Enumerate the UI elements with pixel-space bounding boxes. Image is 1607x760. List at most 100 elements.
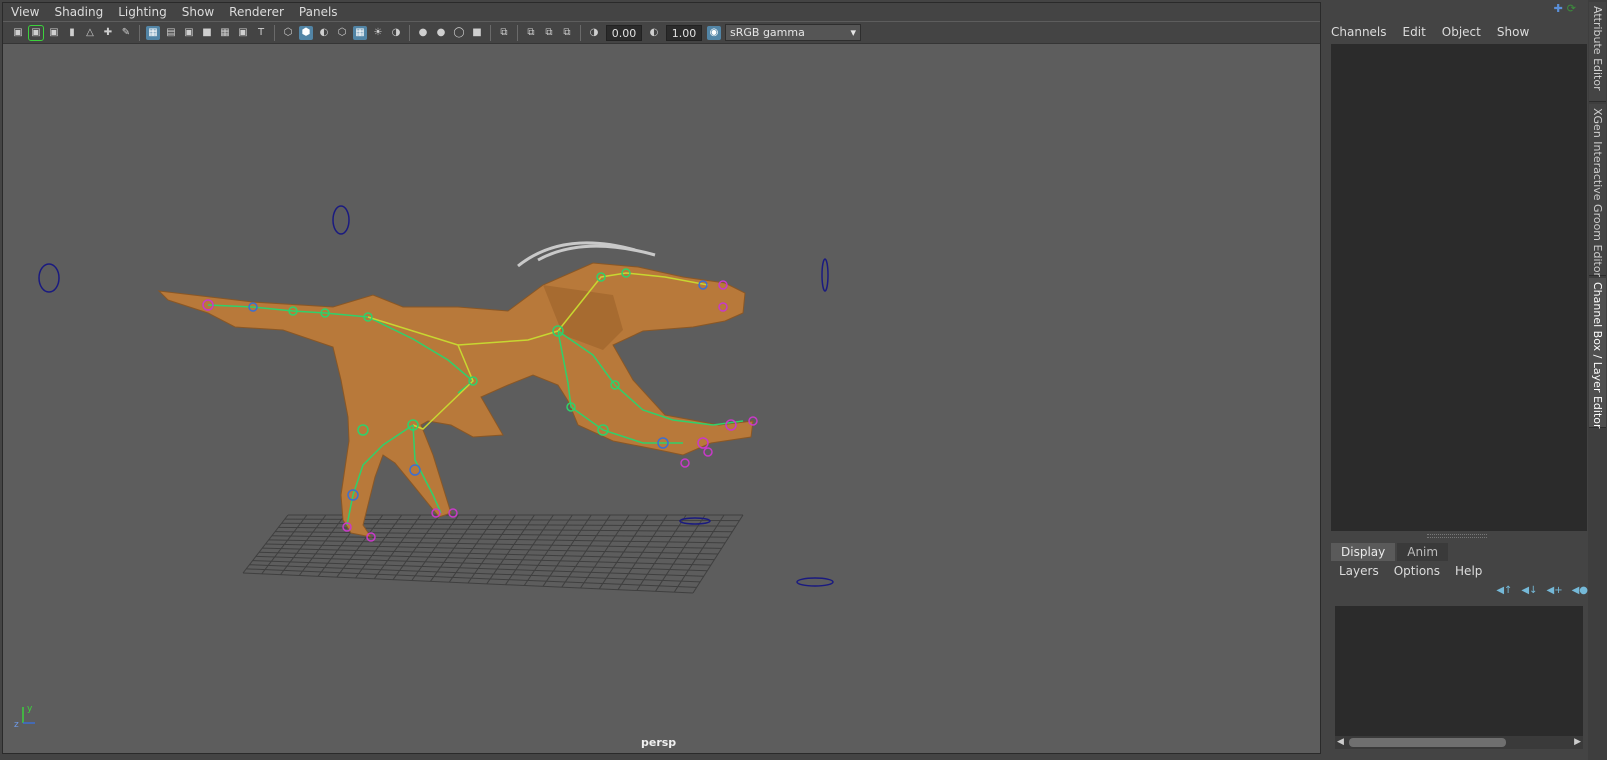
- menu-layers[interactable]: Layers: [1339, 564, 1379, 578]
- gamma-icon[interactable]: ◐: [647, 26, 661, 40]
- menu-object[interactable]: Object: [1442, 25, 1481, 39]
- xray-active-components-icon[interactable]: ⧉: [542, 26, 556, 40]
- move-layer-down-icon[interactable]: ◀↓: [1521, 585, 1537, 596]
- tab-attribute-editor[interactable]: Attribute Editor: [1589, 2, 1606, 102]
- safe-title-icon[interactable]: T: [254, 26, 268, 40]
- wireframe-on-shaded-icon[interactable]: ⬡: [335, 26, 349, 40]
- screen-space-ao-icon[interactable]: ●: [416, 26, 430, 40]
- camera-attributes-icon[interactable]: ▣: [28, 24, 44, 41]
- new-layer-from-selection-icon[interactable]: ◀●: [1572, 585, 1588, 596]
- menu-panels[interactable]: Panels: [299, 5, 338, 19]
- menu-view[interactable]: View: [11, 5, 39, 19]
- menu-lighting[interactable]: Lighting: [118, 5, 167, 19]
- side-tab-strip: Attribute Editor XGen Interactive Groom …: [1588, 0, 1607, 760]
- joint: [703, 447, 713, 457]
- channel-box-area[interactable]: [1331, 44, 1587, 531]
- grid-line: [268, 539, 722, 549]
- ground-grid: [242, 514, 744, 594]
- axis-gizmo: y z: [13, 703, 43, 736]
- use-all-lights-icon[interactable]: ☀: [371, 26, 385, 40]
- axis-y-label: y: [27, 704, 33, 714]
- tab-anim[interactable]: Anim: [1397, 543, 1449, 561]
- channel-box-panel: ✚ ⟳ Channels Edit Object Show Display An…: [1327, 2, 1588, 754]
- depth-of-field-icon[interactable]: ■: [470, 26, 484, 40]
- bookmark-icon[interactable]: ▮: [65, 26, 79, 40]
- select-camera-icon[interactable]: ▣: [11, 26, 25, 40]
- scrollbar-thumb[interactable]: [1349, 738, 1506, 747]
- menu-show[interactable]: Show: [182, 5, 214, 19]
- grid-line: [246, 568, 697, 588]
- joint: [680, 458, 690, 468]
- toolbar-divider: [490, 24, 491, 41]
- grid-icon[interactable]: ▦: [146, 25, 160, 40]
- scroll-right-icon[interactable]: ▶: [1574, 736, 1581, 749]
- menu-shading[interactable]: Shading: [54, 5, 103, 19]
- menu-edit[interactable]: Edit: [1403, 25, 1426, 39]
- xray-icon[interactable]: ⧉: [524, 26, 538, 40]
- field-chart-icon[interactable]: ▦: [218, 26, 232, 40]
- grease-pencil-icon[interactable]: ✎: [119, 26, 133, 40]
- toolbar-divider: [409, 24, 410, 41]
- anti-aliasing-icon[interactable]: ◯: [452, 26, 466, 40]
- camera-lock-icon[interactable]: ▣: [47, 26, 61, 40]
- channel-box-menu: Channels Edit Object Show: [1331, 25, 1545, 39]
- axis-orient-icon[interactable]: ✚: [1554, 2, 1563, 15]
- safe-action-icon[interactable]: ▣: [236, 26, 250, 40]
- menu-options[interactable]: Options: [1394, 564, 1440, 578]
- toolbar-divider: [274, 24, 275, 41]
- control-curve: [332, 205, 350, 235]
- creature-horns: [517, 241, 656, 268]
- tab-display[interactable]: Display: [1331, 543, 1396, 561]
- 2d-pan-zoom-icon[interactable]: ✚: [101, 26, 115, 40]
- control-curve: [821, 258, 829, 292]
- control-curve: [679, 517, 711, 525]
- grid-line: [242, 572, 694, 594]
- camera-name-label: persp: [641, 736, 677, 749]
- exposure-field[interactable]: 0.00: [606, 24, 642, 41]
- view-transform-dropdown[interactable]: sRGB gamma ▾: [725, 24, 861, 41]
- shadows-icon[interactable]: ◑: [389, 26, 403, 40]
- tab-channel-box-layer-editor[interactable]: Channel Box / Layer Editor: [1589, 278, 1606, 429]
- toolbar-divider: [517, 24, 518, 41]
- film-gate-icon[interactable]: ▤: [164, 26, 178, 40]
- textured-icon[interactable]: ▦: [353, 25, 367, 40]
- refresh-icon[interactable]: ⟳: [1567, 2, 1576, 15]
- wireframe-icon[interactable]: ⬡: [281, 26, 295, 40]
- view-transform-value: sRGB gamma: [730, 26, 805, 39]
- viewport-menu-bar: View Shading Lighting Show Renderer Pane…: [3, 3, 1320, 21]
- smooth-shade-icon[interactable]: ⬢: [299, 25, 313, 40]
- creature-mesh[interactable]: [157, 262, 754, 538]
- menu-help[interactable]: Help: [1455, 564, 1482, 578]
- menu-renderer[interactable]: Renderer: [229, 5, 284, 19]
- exposure-icon[interactable]: ◑: [587, 26, 601, 40]
- viewport-panel[interactable]: View Shading Lighting Show Renderer Pane…: [2, 2, 1321, 754]
- tab-xgen-groom-editor[interactable]: XGen Interactive Groom Editor: [1589, 104, 1606, 277]
- layer-editor-menu: Layers Options Help: [1339, 564, 1497, 578]
- toolbar-divider: [580, 24, 581, 41]
- axis-z-label: z: [14, 720, 19, 730]
- new-layer-icon[interactable]: ◀+: [1547, 585, 1563, 596]
- motion-blur-icon[interactable]: ●: [434, 26, 448, 40]
- color-management-icon[interactable]: ◉: [707, 25, 721, 40]
- resolution-gate-icon[interactable]: ▣: [182, 26, 196, 40]
- layer-list-scrollbar[interactable]: ◀ ▶: [1335, 736, 1583, 749]
- gamma-field[interactable]: 1.00: [666, 24, 702, 41]
- layer-editor-tabs: Display Anim: [1331, 543, 1450, 561]
- move-layer-up-icon[interactable]: ◀↑: [1496, 585, 1512, 596]
- default-material-icon[interactable]: ◐: [317, 26, 331, 40]
- menu-channels[interactable]: Channels: [1331, 25, 1387, 39]
- panel-header-icons: ✚ ⟳: [1554, 2, 1576, 15]
- 3d-scene[interactable]: [3, 45, 1320, 751]
- scroll-left-icon[interactable]: ◀: [1337, 736, 1344, 749]
- xray-joints-icon[interactable]: ⧉: [560, 26, 574, 40]
- control-curve: [796, 577, 834, 587]
- menu-show[interactable]: Show: [1497, 25, 1529, 39]
- panel-splitter-handle[interactable]: [1427, 534, 1487, 538]
- control-curve: [38, 263, 60, 293]
- gate-mask-icon[interactable]: ■: [200, 26, 214, 40]
- chevron-down-icon: ▾: [850, 26, 856, 39]
- isolate-select-icon[interactable]: ⧉: [497, 26, 511, 40]
- image-plane-icon[interactable]: △: [83, 26, 97, 40]
- layer-list[interactable]: [1335, 606, 1583, 736]
- grid-line: [265, 543, 719, 555]
